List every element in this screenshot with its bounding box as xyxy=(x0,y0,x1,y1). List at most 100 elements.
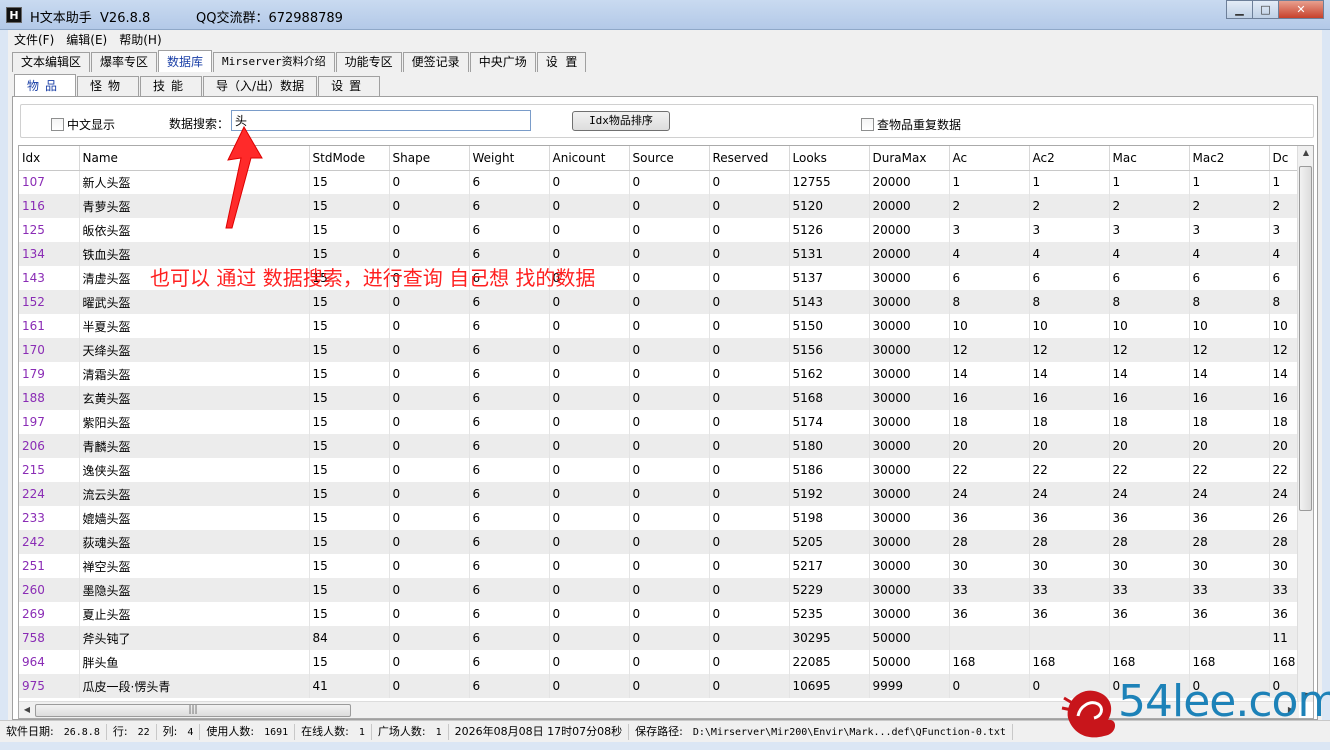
cell-duramax[interactable]: 30000 xyxy=(869,554,950,578)
table-row[interactable]: 179 清霜头盔 15 0 6 0 0 0 5162 30000 14 14 14 14 14 xyxy=(19,362,1300,386)
cell-ac2[interactable]: 8 xyxy=(1029,290,1110,314)
cell-looks[interactable]: 5168 xyxy=(789,386,870,410)
cell-shape[interactable]: 0 xyxy=(389,386,470,410)
cell-mac[interactable]: 24 xyxy=(1109,482,1190,506)
cell-source[interactable]: 0 xyxy=(629,314,710,338)
cell-stdmode[interactable]: 15 xyxy=(309,218,390,242)
cell-mac2[interactable]: 24 xyxy=(1189,482,1270,506)
cell-dc[interactable]: 168 xyxy=(1269,650,1300,674)
cell-anicount[interactable]: 0 xyxy=(549,674,630,698)
cell-weight[interactable]: 6 xyxy=(469,170,550,194)
cell-anicount[interactable]: 0 xyxy=(549,458,630,482)
column-header-mac[interactable]: Mac xyxy=(1109,146,1190,171)
cell-looks[interactable]: 5156 xyxy=(789,338,870,362)
cell-reserved[interactable]: 0 xyxy=(709,530,790,554)
cell-mac2[interactable] xyxy=(1189,626,1270,650)
sort-by-idx-button[interactable]: Idx物品排序 xyxy=(572,111,670,131)
cell-looks[interactable]: 5205 xyxy=(789,530,870,554)
cell-shape[interactable]: 0 xyxy=(389,314,470,338)
cell-reserved[interactable]: 0 xyxy=(709,338,790,362)
cell-duramax[interactable]: 30000 xyxy=(869,266,950,290)
cell-anicount[interactable]: 0 xyxy=(549,482,630,506)
cell-ac[interactable]: 4 xyxy=(949,242,1030,266)
table-row[interactable]: 758 斧头钝了 84 0 6 0 0 0 30295 50000 11 xyxy=(19,626,1300,650)
cell-source[interactable]: 0 xyxy=(629,626,710,650)
cell-anicount[interactable]: 0 xyxy=(549,434,630,458)
cell-reserved[interactable]: 0 xyxy=(709,650,790,674)
cell-idx[interactable]: 260 xyxy=(19,578,80,602)
cell-ac2[interactable] xyxy=(1029,626,1110,650)
column-header-reserved[interactable]: Reserved xyxy=(709,146,790,171)
cell-name[interactable]: 墨隐头盔 xyxy=(79,578,310,602)
cell-stdmode[interactable]: 15 xyxy=(309,530,390,554)
table-row[interactable]: 197 紫阳头盔 15 0 6 0 0 0 5174 30000 18 18 18 18 18 xyxy=(19,410,1300,434)
cell-mac[interactable]: 14 xyxy=(1109,362,1190,386)
cell-stdmode[interactable]: 15 xyxy=(309,194,390,218)
cell-ac2[interactable]: 3 xyxy=(1029,218,1110,242)
cell-looks[interactable]: 5131 xyxy=(789,242,870,266)
cell-ac2[interactable]: 168 xyxy=(1029,650,1110,674)
cell-name[interactable]: 斧头钝了 xyxy=(79,626,310,650)
cell-mac[interactable]: 6 xyxy=(1109,266,1190,290)
cell-anicount[interactable]: 0 xyxy=(549,314,630,338)
column-header-source[interactable]: Source xyxy=(629,146,710,171)
cell-stdmode[interactable]: 84 xyxy=(309,626,390,650)
horizontal-scroll-thumb[interactable]: ||| xyxy=(35,704,351,717)
cell-duramax[interactable]: 30000 xyxy=(869,434,950,458)
cell-idx[interactable]: 161 xyxy=(19,314,80,338)
cell-stdmode[interactable]: 15 xyxy=(309,458,390,482)
cell-shape[interactable]: 0 xyxy=(389,362,470,386)
cell-looks[interactable]: 5137 xyxy=(789,266,870,290)
cell-source[interactable]: 0 xyxy=(629,482,710,506)
cell-mac[interactable]: 4 xyxy=(1109,242,1190,266)
cell-mac2[interactable]: 14 xyxy=(1189,362,1270,386)
cell-weight[interactable]: 6 xyxy=(469,194,550,218)
cell-ac[interactable]: 10 xyxy=(949,314,1030,338)
cell-mac[interactable]: 18 xyxy=(1109,410,1190,434)
cell-duramax[interactable]: 30000 xyxy=(869,386,950,410)
cell-stdmode[interactable]: 15 xyxy=(309,170,390,194)
tab-functions[interactable]: 功能专区 xyxy=(335,52,402,72)
cell-duramax[interactable]: 50000 xyxy=(869,650,950,674)
cell-weight[interactable]: 6 xyxy=(469,314,550,338)
cell-looks[interactable]: 12755 xyxy=(789,170,870,194)
cell-shape[interactable]: 0 xyxy=(389,506,470,530)
column-header-looks[interactable]: Looks xyxy=(789,146,870,171)
cell-reserved[interactable]: 0 xyxy=(709,410,790,434)
menu-help[interactable]: 帮助(H) xyxy=(113,31,167,48)
cell-reserved[interactable]: 0 xyxy=(709,386,790,410)
cell-duramax[interactable]: 20000 xyxy=(869,242,950,266)
table-row[interactable]: 251 禅空头盔 15 0 6 0 0 0 5217 30000 30 30 30 30 30 xyxy=(19,554,1300,578)
cell-dc[interactable]: 20 xyxy=(1269,434,1300,458)
cell-ac2[interactable]: 12 xyxy=(1029,338,1110,362)
cell-ac2[interactable]: 6 xyxy=(1029,266,1110,290)
cell-mac[interactable]: 33 xyxy=(1109,578,1190,602)
cell-mac2[interactable]: 168 xyxy=(1189,650,1270,674)
cell-idx[interactable]: 206 xyxy=(19,434,80,458)
cell-anicount[interactable]: 0 xyxy=(549,554,630,578)
cell-source[interactable]: 0 xyxy=(629,410,710,434)
cell-idx[interactable]: 242 xyxy=(19,530,80,554)
cell-name[interactable]: 天绛头盔 xyxy=(79,338,310,362)
cell-stdmode[interactable]: 15 xyxy=(309,410,390,434)
cell-name[interactable]: 皈依头盔 xyxy=(79,218,310,242)
cell-stdmode[interactable]: 15 xyxy=(309,482,390,506)
cell-source[interactable]: 0 xyxy=(629,458,710,482)
table-row[interactable]: 152 曜武头盔 15 0 6 0 0 0 5143 30000 8 8 8 8 8 xyxy=(19,290,1300,314)
cell-mac[interactable]: 20 xyxy=(1109,434,1190,458)
column-header-stdmode[interactable]: StdMode xyxy=(309,146,390,171)
cell-duramax[interactable]: 30000 xyxy=(869,338,950,362)
cell-looks[interactable]: 5198 xyxy=(789,506,870,530)
cell-mac[interactable]: 2 xyxy=(1109,194,1190,218)
cell-weight[interactable]: 6 xyxy=(469,290,550,314)
cell-ac[interactable]: 6 xyxy=(949,266,1030,290)
cell-anicount[interactable]: 0 xyxy=(549,386,630,410)
cell-mac2[interactable]: 12 xyxy=(1189,338,1270,362)
cell-looks[interactable]: 10695 xyxy=(789,674,870,698)
cell-source[interactable]: 0 xyxy=(629,338,710,362)
cell-ac[interactable]: 18 xyxy=(949,410,1030,434)
cell-mac2[interactable]: 10 xyxy=(1189,314,1270,338)
cell-source[interactable]: 0 xyxy=(629,386,710,410)
cell-duramax[interactable]: 30000 xyxy=(869,578,950,602)
cell-mac[interactable]: 12 xyxy=(1109,338,1190,362)
